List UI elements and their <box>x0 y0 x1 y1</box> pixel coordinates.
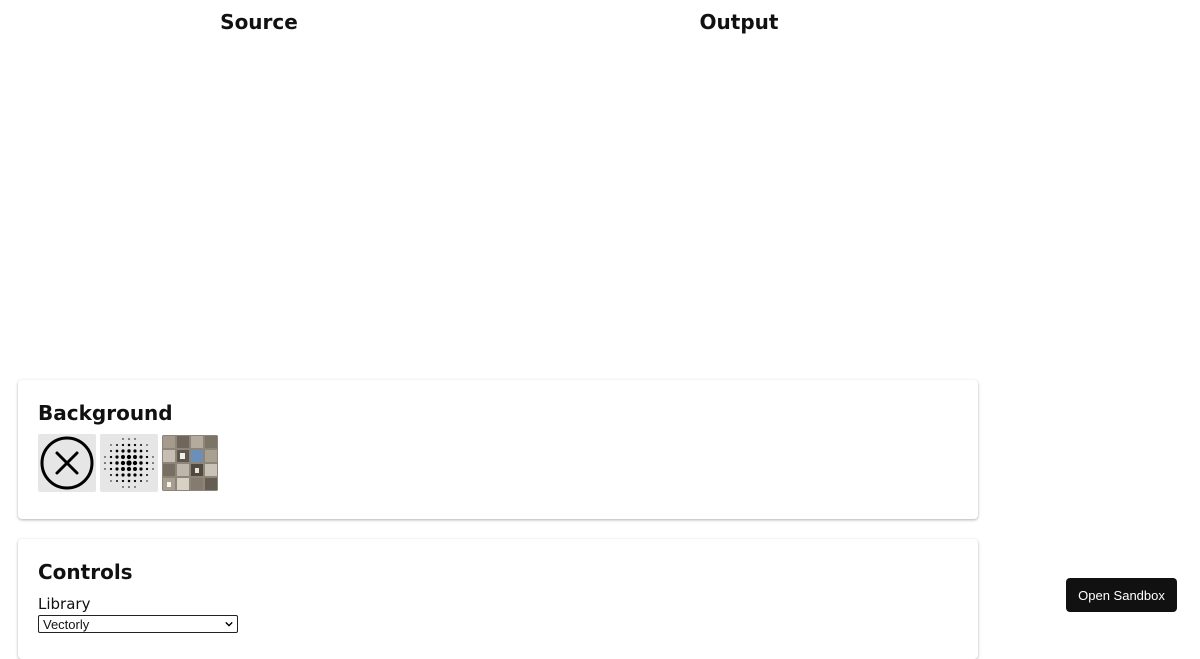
photo-collage-icon <box>162 435 218 491</box>
background-option-dots[interactable] <box>100 434 158 492</box>
background-option-photo[interactable] <box>162 435 218 491</box>
library-select-value: Vectorly <box>43 616 90 632</box>
background-panel-title: Background <box>38 401 173 425</box>
source-column-title: Source <box>220 10 298 34</box>
open-sandbox-button[interactable]: Open Sandbox <box>1066 578 1177 612</box>
background-option-none[interactable] <box>38 434 96 492</box>
controls-panel: Controls Library Vectorly <box>18 539 978 659</box>
library-label: Library <box>38 595 91 613</box>
dot-pattern-icon <box>104 438 154 488</box>
library-select[interactable]: Vectorly <box>38 615 238 633</box>
output-column-title: Output <box>699 10 779 34</box>
background-panel: Background <box>18 380 978 519</box>
controls-panel-title: Controls <box>38 560 133 584</box>
chevron-down-icon <box>225 621 233 627</box>
none-x-circle-icon <box>40 436 94 490</box>
background-options <box>38 434 958 492</box>
